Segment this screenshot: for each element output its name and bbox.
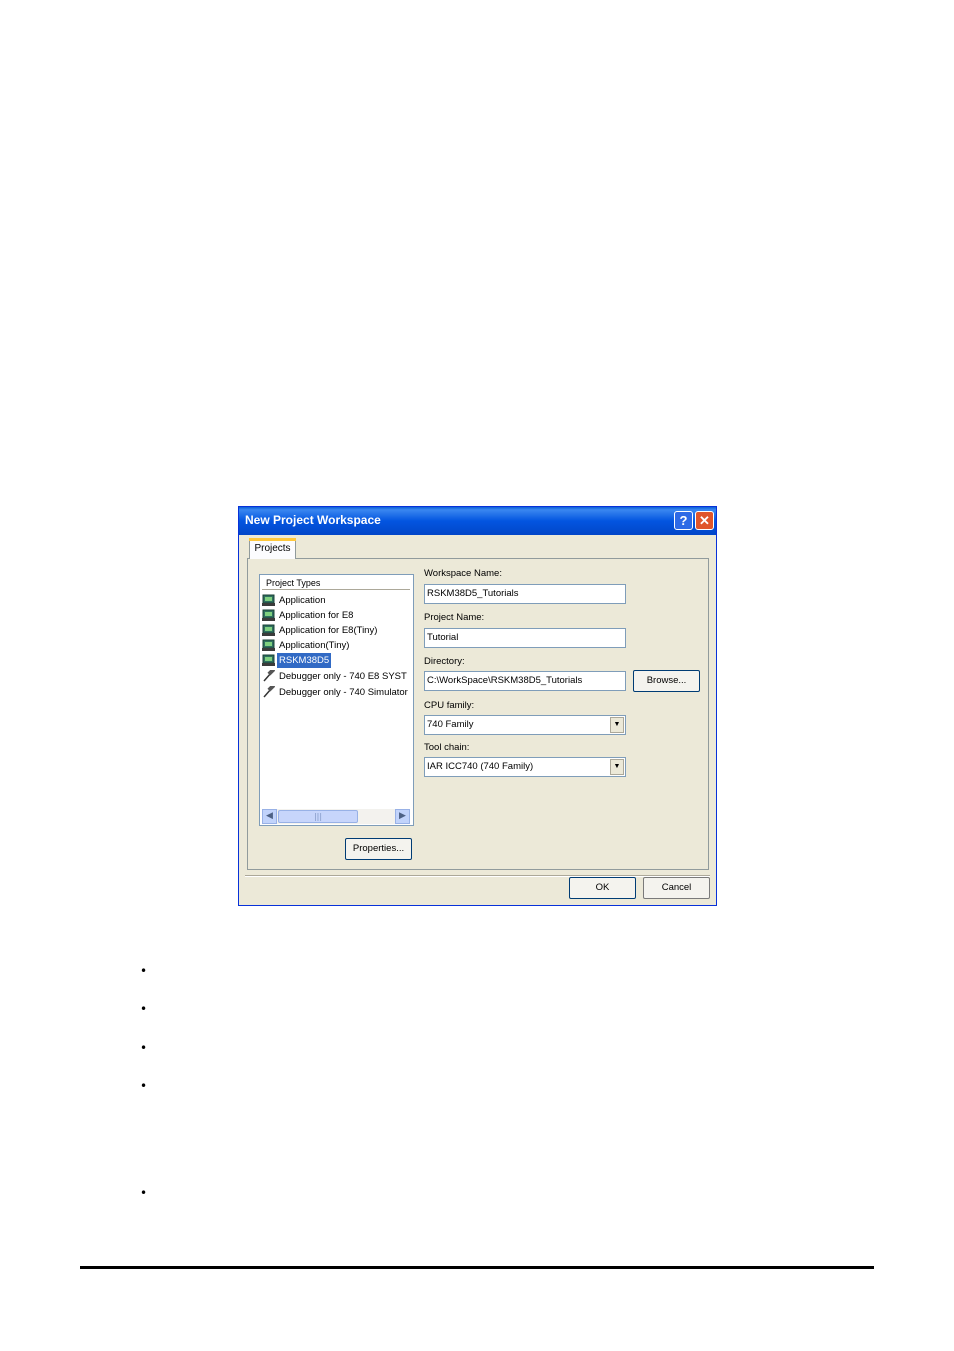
help-button[interactable]: ? <box>674 511 693 530</box>
chevron-down-icon[interactable]: ▼ <box>610 759 624 775</box>
bullet-point: • <box>140 1041 148 1055</box>
close-button[interactable]: ✕ <box>695 511 714 530</box>
list-item[interactable]: Application for E8(Tiny) <box>262 623 410 638</box>
application-icon <box>262 624 275 637</box>
list-item[interactable]: Application <box>262 593 410 608</box>
application-icon <box>262 609 275 622</box>
hammer-icon <box>263 670 275 682</box>
cpu-family-select[interactable]: 740 Family ▼ <box>424 715 626 735</box>
project-name-input[interactable]: Tutorial <box>424 628 626 648</box>
application-icon <box>262 594 275 607</box>
title-bar[interactable]: New Project Workspace ? ✕ <box>239 507 716 535</box>
application-icon <box>262 639 275 652</box>
chevron-down-icon[interactable]: ▼ <box>610 717 624 733</box>
cpu-family-label: CPU family: <box>424 700 475 711</box>
scroll-right-icon[interactable]: ▶ <box>395 809 410 824</box>
horizontal-scrollbar[interactable]: ◀ ||| ▶ <box>262 809 410 824</box>
application-icon <box>262 654 275 667</box>
tab-projects[interactable]: Projects <box>249 538 296 559</box>
cancel-button[interactable]: Cancel <box>643 877 710 899</box>
project-types-list[interactable]: Project Types Application Application fo… <box>259 574 414 826</box>
scroll-left-icon[interactable]: ◀ <box>262 809 277 824</box>
workspace-name-label: Workspace Name: <box>424 568 502 579</box>
bullet-point: • <box>140 964 148 978</box>
bullet-point: • <box>140 1079 148 1093</box>
hammer-icon <box>263 686 275 698</box>
help-icon: ? <box>679 513 688 528</box>
tool-chain-value: IAR ICC740 (740 Family) <box>427 761 534 772</box>
workspace-name-input[interactable]: RSKM38D5_Tutorials <box>424 584 626 604</box>
cpu-family-value: 740 Family <box>427 719 474 730</box>
properties-button[interactable]: Properties... <box>345 838 412 860</box>
browse-button[interactable]: Browse... <box>633 670 700 692</box>
ok-button[interactable]: OK <box>569 877 636 899</box>
bullet-point: • <box>140 1186 148 1200</box>
list-item-selected[interactable]: RSKM38D5 <box>262 653 410 668</box>
project-name-label: Project Name: <box>424 612 485 623</box>
dialog-title: New Project Workspace <box>245 513 381 527</box>
scroll-thumb[interactable]: ||| <box>278 810 358 823</box>
tool-chain-label: Tool chain: <box>424 742 470 753</box>
list-item[interactable]: Debugger only - 740 E8 SYST <box>262 669 410 684</box>
tool-chain-select[interactable]: IAR ICC740 (740 Family) ▼ <box>424 757 626 777</box>
close-icon: ✕ <box>699 513 710 528</box>
new-project-workspace-dialog: New Project Workspace ? ✕ Projects Proje… <box>238 506 717 906</box>
dialog-separator <box>245 875 710 877</box>
footer-rule <box>80 1266 874 1269</box>
list-item[interactable]: Application for E8 <box>262 608 410 623</box>
directory-label: Directory: <box>424 656 465 667</box>
directory-input[interactable]: C:\WorkSpace\RSKM38D5_Tutorials <box>424 671 626 691</box>
project-types-header: Project Types <box>262 576 410 590</box>
bullet-point: • <box>140 1002 148 1016</box>
tab-projects-label: Projects <box>254 543 291 554</box>
list-item[interactable]: Application(Tiny) <box>262 638 410 653</box>
list-item[interactable]: Debugger only - 740 Simulator <box>262 685 410 700</box>
